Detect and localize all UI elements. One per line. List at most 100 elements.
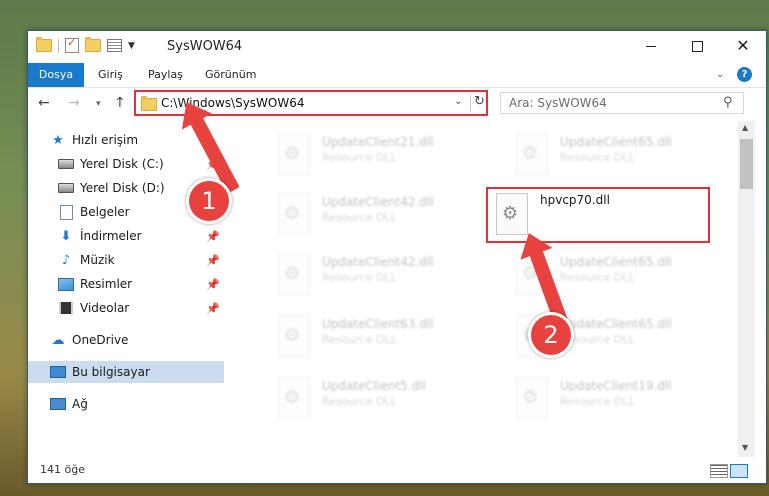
file-type: Resource DLL xyxy=(322,271,397,284)
gear-icon: ⚙ xyxy=(284,325,301,346)
search-placeholder: Ara: SysWOW64 xyxy=(509,96,607,110)
file-name: UpdateClient63.dll xyxy=(322,317,434,331)
pictures-icon xyxy=(58,277,74,291)
item-count: 141 öğe xyxy=(40,463,85,476)
refresh-icon[interactable]: ↻ xyxy=(474,94,485,109)
file-type: Resource DLL xyxy=(322,151,397,164)
vertical-scrollbar[interactable]: ▲ ▼ xyxy=(738,121,755,457)
quick-access-toolbar: ▼ xyxy=(36,36,135,53)
maximize-button[interactable] xyxy=(674,31,720,61)
pin-icon[interactable]: 📌 xyxy=(206,230,220,243)
close-icon: ✕ xyxy=(736,36,750,55)
annotation-badge-2: 2 xyxy=(528,312,574,358)
address-folder-icon xyxy=(141,96,157,111)
file-tile[interactable]: ⚙ UpdateClient42.dll Resource DLL xyxy=(252,247,472,307)
explorer-window: ▼ SysWOW64 ✕ Dosya Giriş Paylaş Görünüm … xyxy=(27,30,767,484)
gear-icon: ⚙ xyxy=(284,203,301,224)
recent-locations-chevron-icon[interactable]: ▾ xyxy=(96,99,101,109)
file-tile[interactable]: ⚙ UpdateClient42.dll Resource DLL xyxy=(252,187,472,247)
gear-icon: ⚙ xyxy=(284,387,301,408)
sidebar-item-label: Bu bilgisayar xyxy=(72,365,150,379)
sidebar-item-music[interactable]: ♪ Müzik 📌 xyxy=(28,249,224,271)
sidebar-item-label: İndirmeler xyxy=(80,229,142,243)
scroll-down-icon[interactable]: ▼ xyxy=(742,443,748,452)
pin-icon[interactable]: 📌 xyxy=(206,254,220,267)
customize-toolbar-icon[interactable]: ▼ xyxy=(128,41,135,51)
forward-arrow-icon[interactable]: → xyxy=(68,95,80,111)
close-button[interactable]: ✕ xyxy=(720,31,766,61)
scroll-up-icon[interactable]: ▲ xyxy=(742,123,748,132)
file-list: ⚙ UpdateClient21.dll Resource DLL ⚙ Upda… xyxy=(224,121,738,451)
file-tile[interactable]: ⚙ UpdateClient63.dll Resource DLL xyxy=(252,309,472,369)
pin-icon[interactable]: 📌 xyxy=(206,278,220,291)
file-type: Resource DLL xyxy=(560,151,635,164)
sidebar-item-videos[interactable]: Videolar 📌 xyxy=(28,297,224,319)
navigation-pane: ★ Hızlı erişim Yerel Disk (C:) 📌 Yerel D… xyxy=(28,121,224,457)
computer-icon xyxy=(50,365,66,379)
tab-view[interactable]: Görünüm xyxy=(205,63,256,87)
videos-icon xyxy=(58,301,74,315)
folder-icon xyxy=(36,37,52,52)
network-icon xyxy=(50,397,66,411)
properties-icon[interactable] xyxy=(107,39,122,52)
file-name: UpdateClient65.dll xyxy=(560,317,672,331)
cloud-icon: ☁ xyxy=(51,332,65,348)
navigation-bar: ← → ▾ ↑ C:\Windows\SysWOW64 ⌄ ↻ Ara: Sys… xyxy=(28,88,766,120)
pin-icon[interactable]: 📌 xyxy=(206,302,220,315)
file-type: Resource DLL xyxy=(322,211,397,224)
sidebar-item-onedrive[interactable]: ☁ OneDrive xyxy=(28,329,224,351)
drive-icon xyxy=(58,181,74,195)
gear-icon: ⚙ xyxy=(284,143,301,164)
sidebar-item-label: OneDrive xyxy=(72,333,129,347)
sidebar-item-pictures[interactable]: Resimler 📌 xyxy=(28,273,224,295)
highlight-box-file xyxy=(486,187,710,243)
chevron-down-icon[interactable]: ⌄ xyxy=(716,69,724,80)
sidebar-item-downloads[interactable]: ⬇ İndirmeler 📌 xyxy=(28,225,224,247)
large-icons-view-icon[interactable] xyxy=(730,464,748,478)
address-dropdown-chevron-icon[interactable]: ⌄ xyxy=(454,96,462,107)
title-bar: ▼ SysWOW64 ✕ xyxy=(28,31,766,63)
search-icon[interactable]: ⚲ xyxy=(723,95,733,110)
file-tile[interactable]: ⚙ UpdateClient5.dll Resource DLL xyxy=(252,371,472,431)
back-arrow-icon[interactable]: ← xyxy=(38,95,50,111)
maximize-icon xyxy=(691,40,703,52)
file-tile[interactable]: ⚙ UpdateClient19.dll Resource DLL xyxy=(490,371,710,431)
properties-check-icon[interactable] xyxy=(65,36,79,53)
sidebar-item-local-disk-c[interactable]: Yerel Disk (C:) 📌 xyxy=(28,153,224,175)
help-icon[interactable]: ? xyxy=(737,67,752,82)
tab-share[interactable]: Paylaş xyxy=(148,63,183,87)
sidebar-item-label: Resimler xyxy=(80,277,133,291)
file-tile[interactable]: ⚙ UpdateClient65.dll Resource DLL xyxy=(490,127,710,187)
up-arrow-icon[interactable]: ↑ xyxy=(114,95,126,111)
sidebar-item-label: Ağ xyxy=(72,397,88,411)
ribbon-tabs: Dosya Giriş Paylaş Görünüm ⌄ ? xyxy=(28,63,766,88)
download-icon: ⬇ xyxy=(60,228,72,244)
file-tile[interactable]: ⚙ UpdateClient65.dll Resource DLL xyxy=(490,309,710,369)
music-icon: ♪ xyxy=(61,252,71,268)
drive-icon xyxy=(58,157,74,171)
toolbar-separator xyxy=(58,38,59,53)
sidebar-item-this-pc[interactable]: Bu bilgisayar xyxy=(28,361,224,383)
file-name: UpdateClient65.dll xyxy=(560,255,672,269)
file-name: UpdateClient42.dll xyxy=(322,255,434,269)
scrollbar-thumb[interactable] xyxy=(740,139,753,189)
star-icon: ★ xyxy=(52,132,64,148)
tab-file[interactable]: Dosya xyxy=(28,63,84,87)
sidebar-item-network[interactable]: Ağ xyxy=(28,393,224,415)
new-folder-icon[interactable] xyxy=(85,37,101,52)
sidebar-item-label: Yerel Disk (C:) xyxy=(80,157,164,171)
file-type: Resource DLL xyxy=(322,333,397,346)
file-name: UpdateClient5.dll xyxy=(322,379,426,393)
tab-home[interactable]: Giriş xyxy=(98,63,123,87)
sidebar-item-label: Videolar xyxy=(80,301,130,315)
file-tile[interactable]: ⚙ UpdateClient21.dll Resource DLL xyxy=(252,127,472,187)
sidebar-item-label: Hızlı erişim xyxy=(72,133,139,147)
sidebar-item-label: Müzik xyxy=(80,253,115,267)
file-name: UpdateClient21.dll xyxy=(322,135,434,149)
search-input[interactable]: Ara: SysWOW64 ⚲ xyxy=(500,92,744,114)
file-type: Resource DLL xyxy=(322,395,397,408)
details-view-icon[interactable] xyxy=(710,464,728,478)
file-type: Resource DLL xyxy=(560,271,635,284)
minimize-button[interactable] xyxy=(628,31,674,61)
gear-icon: ⚙ xyxy=(284,263,301,284)
